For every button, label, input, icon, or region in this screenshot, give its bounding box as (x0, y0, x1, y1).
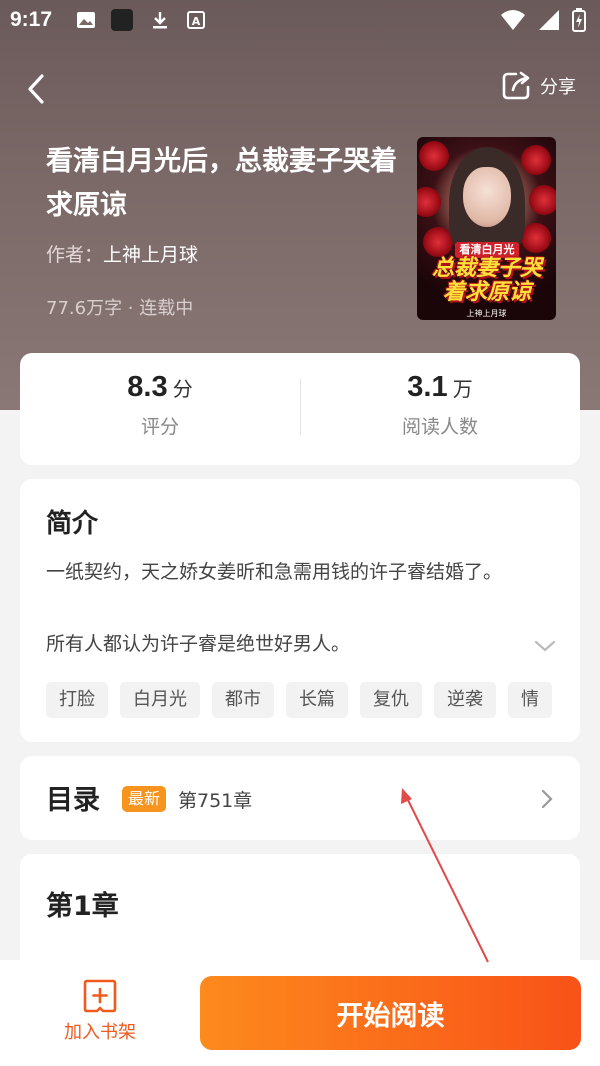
share-icon (502, 71, 530, 100)
tag-list: 打脸 白月光 都市 长篇 复仇 逆袭情 (46, 682, 556, 718)
bookshelf-add-icon (83, 979, 117, 1013)
readers-unit: 万 (452, 377, 473, 401)
tag-item[interactable]: 情 (508, 682, 552, 718)
readers-label: 阅读人数 (401, 416, 478, 438)
rating-label: 评分 (140, 416, 179, 438)
share-button[interactable]: 分享 (500, 70, 576, 102)
chevron-right-icon (541, 789, 553, 809)
intro-heading: 简介 (46, 509, 99, 539)
rating-unit: 分 (172, 377, 193, 401)
status-bar: 9:17 A (0, 0, 600, 40)
download-icon (153, 12, 167, 29)
back-arrow-icon[interactable] (22, 72, 52, 106)
tag-item[interactable]: 逆袭 (434, 682, 496, 718)
author-name: 上神上月球 (103, 244, 199, 266)
book-cover: 看清白月光后 总裁妻子哭着求原谅 上神上月球 (417, 137, 556, 320)
font-icon: A (187, 11, 205, 29)
app-icon (111, 9, 133, 31)
cover-author: 上神上月球 (466, 309, 507, 318)
chevron-down-icon[interactable] (534, 639, 556, 653)
rating-stat: 8.3 分 评分 (20, 371, 300, 439)
toc-row[interactable]: 目录 最新 第751章 (20, 756, 580, 840)
intro-paragraph-1: 一纸契约，天之娇女姜昕和急需用钱的许子睿结婚了。 (46, 561, 503, 583)
add-to-shelf-label: 加入书架 (64, 1022, 136, 1043)
cover-title: 总裁妻子哭着求原谅 (431, 256, 542, 305)
book-title: 看清白月光后，总裁妻子哭着求原谅 (46, 146, 397, 221)
toc-heading: 目录 (46, 785, 100, 816)
first-chapter-heading: 第1章 (46, 891, 119, 922)
latest-chapter: 第751章 (178, 790, 253, 812)
rating-value: 8.3 (127, 371, 168, 403)
start-reading-button[interactable]: 开始阅读 (200, 976, 581, 1050)
stats-card: 8.3 分 评分 3.1 万 阅读人数 (20, 353, 580, 465)
tag-item[interactable]: 复仇 (360, 682, 422, 718)
tag-item[interactable]: 白月光 (120, 682, 200, 718)
book-author[interactable]: 作者：上神上月球 (46, 240, 198, 267)
tag-item[interactable]: 都市 (212, 682, 274, 718)
readers-stat: 3.1 万 阅读人数 (300, 371, 580, 439)
status-time: 9:17 (10, 8, 53, 31)
intro-card[interactable]: 简介 一纸契约，天之娇女姜昕和急需用钱的许子睿结婚了。 所有人都认为许子睿是绝世… (20, 479, 580, 742)
tag-item[interactable]: 长篇 (286, 682, 348, 718)
author-prefix: 作者： (46, 244, 104, 266)
intro-paragraph-2: 所有人都认为许子睿是绝世好男人。 (46, 633, 351, 655)
latest-badge: 最新 (122, 786, 167, 812)
bottom-action-bar: 加入书架 开始阅读 (0, 960, 600, 1066)
share-label: 分享 (540, 77, 576, 98)
image-icon (77, 12, 95, 28)
book-meta: 77.6万字 · 连载中 (46, 298, 194, 319)
wifi-icon (501, 10, 525, 30)
signal-icon (539, 10, 559, 30)
add-to-shelf-button[interactable]: 加入书架 (54, 978, 146, 1044)
svg-text:A: A (192, 15, 201, 28)
readers-value: 3.1 (407, 371, 448, 403)
tag-item[interactable]: 打脸 (46, 682, 108, 718)
battery-icon (572, 8, 586, 32)
